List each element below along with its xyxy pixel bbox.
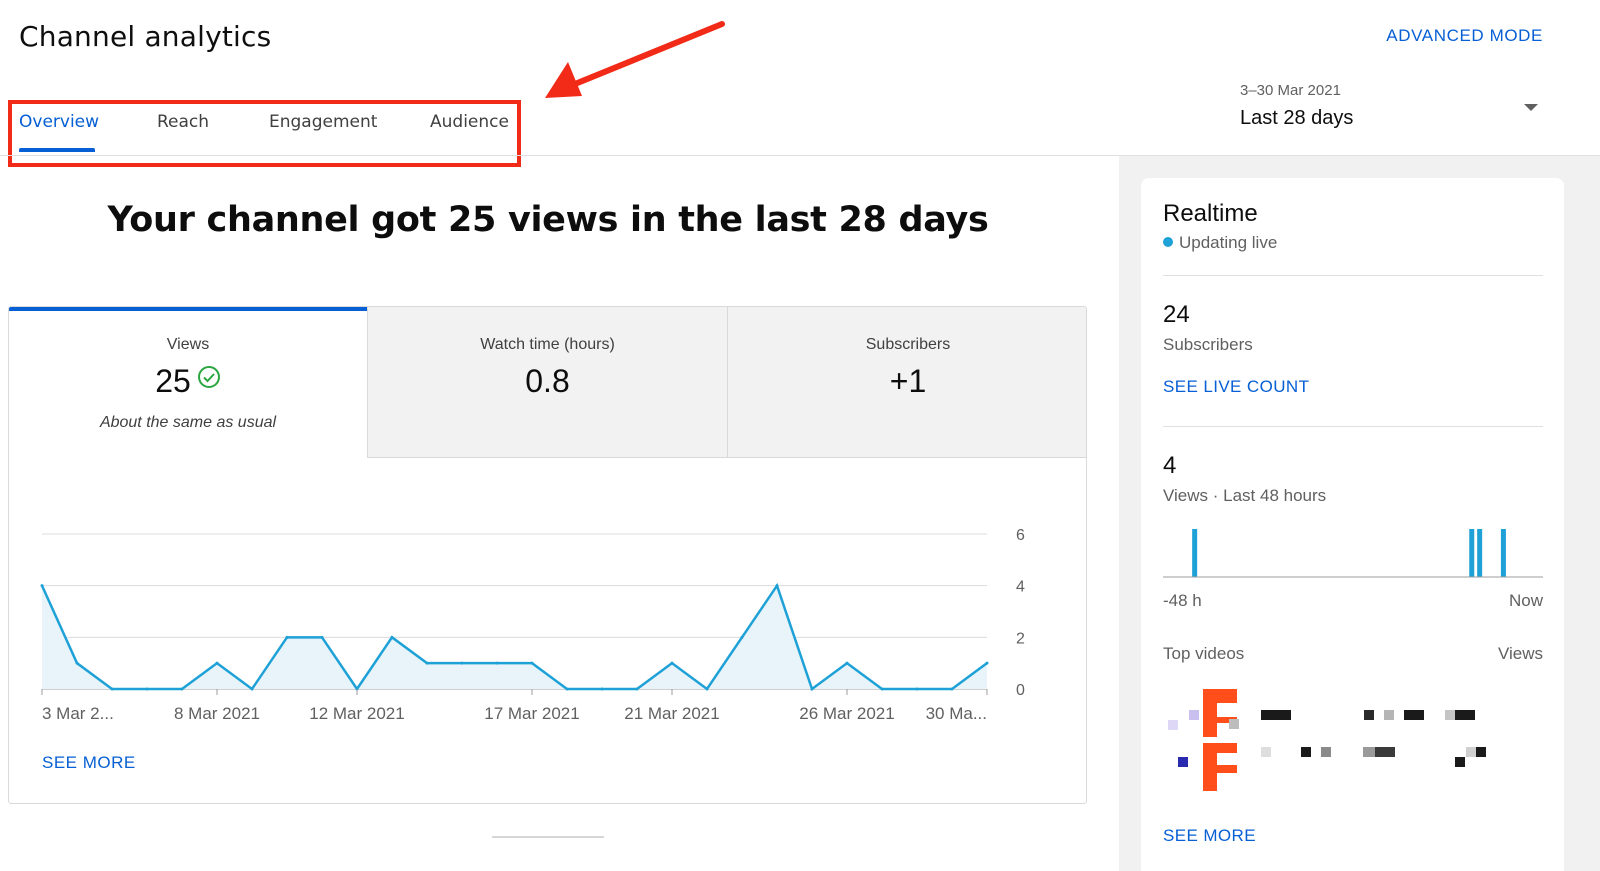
see-more-realtime-button[interactable]: SEE MORE	[1163, 826, 1256, 846]
x-tick-label: 21 Mar 2021	[624, 704, 719, 723]
scroll-handle	[492, 836, 604, 838]
x-tick-label: 12 Mar 2021	[309, 704, 404, 723]
realtime-title: Realtime	[1163, 200, 1258, 227]
spark-bar	[1469, 529, 1475, 577]
views-line-chart[interactable]: 6 4 2 0 3 Mar 2... 8 Mar 2021 12 Mar 2021 17 Ma…	[9, 307, 1086, 803]
y-tick-label: 6	[1016, 527, 1025, 544]
data-point	[845, 661, 849, 665]
y-tick-label: 4	[1016, 579, 1025, 596]
data-point	[285, 635, 289, 639]
data-point	[215, 661, 219, 665]
live-dot-icon	[1163, 237, 1173, 247]
redacted-views	[1466, 747, 1476, 757]
redacted-title	[1261, 710, 1291, 720]
data-point	[740, 635, 744, 639]
redacted-title	[1375, 747, 1395, 757]
data-point	[635, 687, 639, 691]
spark-axis-start: -48 h	[1163, 591, 1202, 610]
date-range-picker[interactable]: 3–30 Mar 2021 Last 28 days	[1240, 80, 1550, 140]
divider	[1163, 426, 1543, 427]
spark-bar	[1477, 529, 1483, 577]
data-point	[320, 635, 324, 639]
data-point	[40, 584, 44, 588]
x-tick-label: 17 Mar 2021	[484, 704, 579, 723]
data-point	[705, 687, 709, 691]
redacted-title	[1321, 747, 1331, 757]
data-point	[495, 661, 499, 665]
subscriber-count: 24	[1163, 301, 1190, 328]
annotation-highlight-box	[8, 100, 521, 167]
realtime-views-label: Views · Last 48 hours	[1163, 486, 1327, 505]
video-thumbnail	[1199, 689, 1241, 737]
realtime-status: Updating live	[1163, 233, 1277, 253]
top-video-row[interactable]	[1163, 689, 1543, 737]
data-point	[145, 687, 149, 691]
x-tick-label: 8 Mar 2021	[174, 704, 260, 723]
redacted-views	[1445, 710, 1455, 720]
y-tick-label: 2	[1016, 630, 1025, 647]
realtime-views-bar-chart[interactable]	[1163, 523, 1543, 579]
subscriber-label: Subscribers	[1163, 335, 1253, 354]
data-point	[670, 661, 674, 665]
data-point	[425, 661, 429, 665]
redacted-views	[1476, 747, 1486, 757]
data-point	[915, 687, 919, 691]
redacted-views	[1455, 710, 1475, 720]
video-thumbnail	[1199, 743, 1241, 791]
data-point	[600, 687, 604, 691]
summary-headline: Your channel got 25 views in the last 28…	[107, 200, 989, 240]
data-point	[180, 687, 184, 691]
redacted-title	[1404, 710, 1424, 720]
caret-down-icon	[1524, 104, 1538, 111]
redacted-title	[1384, 710, 1394, 720]
spark-axis-end: Now	[1508, 591, 1543, 610]
data-point	[250, 687, 254, 691]
thumbnail-fragment	[1229, 719, 1239, 729]
date-range-label: Last 28 days	[1240, 107, 1354, 129]
spark-bar	[1500, 529, 1506, 577]
see-live-count-button[interactable]: SEE LIVE COUNT	[1163, 377, 1309, 397]
realtime-status-text: Updating live	[1179, 233, 1278, 252]
x-tick-label: 3 Mar 2...	[42, 704, 114, 723]
data-point	[950, 687, 954, 691]
data-point	[810, 687, 814, 691]
see-more-button[interactable]: SEE MORE	[42, 753, 136, 773]
data-point	[530, 661, 534, 665]
data-point	[390, 635, 394, 639]
x-tick-label: 26 Mar 2021	[799, 704, 894, 723]
x-tick-label: 30 Ma...	[926, 704, 987, 723]
redacted-title	[1301, 747, 1311, 757]
data-point	[985, 661, 989, 665]
data-point	[565, 687, 569, 691]
metrics-card: Views 25 About the same as usual Watch t…	[8, 306, 1087, 804]
thumbnail-fragment	[1168, 720, 1178, 730]
data-point	[75, 661, 79, 665]
redacted-views	[1455, 757, 1465, 767]
page-title: Channel analytics	[19, 20, 272, 53]
advanced-mode-button[interactable]: ADVANCED MODE	[1386, 26, 1543, 46]
redacted-title	[1261, 747, 1271, 757]
data-point	[460, 661, 464, 665]
top-videos-header: Top videos	[1163, 644, 1245, 663]
views-column-header: Views	[1497, 644, 1543, 663]
thumbnail-fragment	[1178, 757, 1188, 767]
realtime-card: Realtime Updating live 24 Subscribers SE…	[1141, 178, 1564, 871]
redacted-title	[1364, 710, 1374, 720]
divider	[1163, 275, 1543, 276]
data-point	[110, 687, 114, 691]
data-point	[880, 687, 884, 691]
realtime-views-count: 4	[1163, 452, 1177, 479]
top-video-row[interactable]	[1163, 743, 1543, 791]
data-point	[775, 584, 779, 588]
spark-bar	[1192, 529, 1198, 577]
thumbnail-fragment	[1189, 710, 1199, 720]
date-range-text: 3–30 Mar 2021	[1240, 82, 1341, 99]
annotation-arrow-icon	[545, 21, 725, 98]
redacted-title	[1363, 747, 1375, 757]
y-tick-label: 0	[1016, 682, 1025, 699]
